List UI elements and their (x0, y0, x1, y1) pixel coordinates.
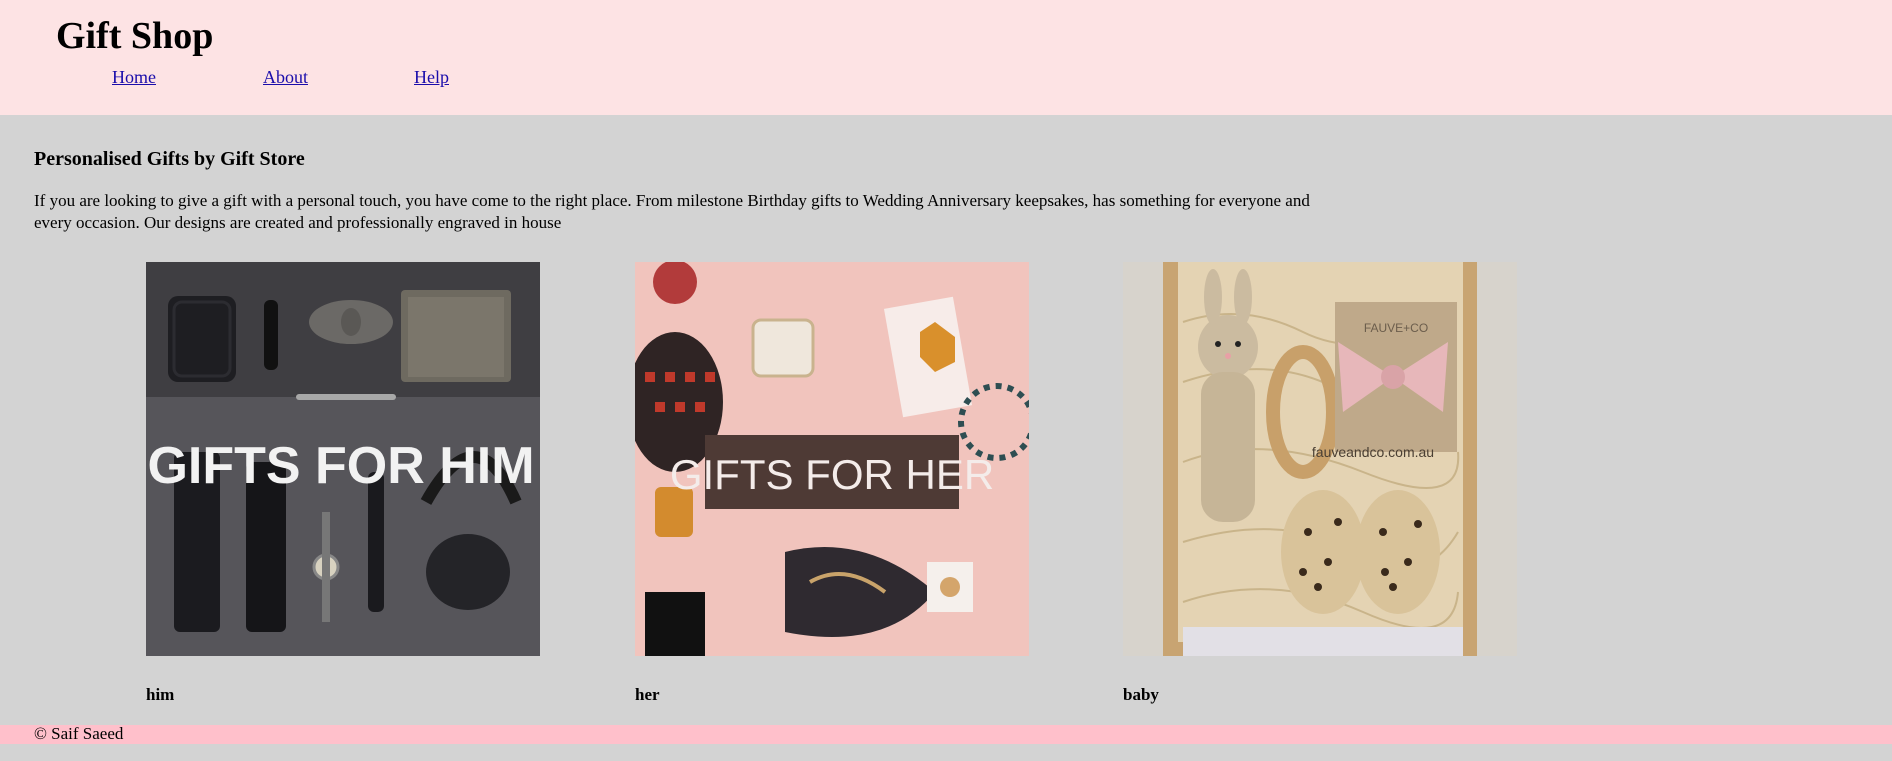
footer-copyright: © Saif Saeed (34, 724, 124, 743)
gifts-for-him-image[interactable]: GIFTS FOR HIM (146, 262, 540, 656)
nav-link-about[interactable]: About (263, 66, 308, 88)
card-label-him: him (146, 685, 175, 704)
baby-gift-box-image[interactable]: FAUVE+CO fauveandco.com.au (1123, 262, 1517, 656)
card-label-baby: baby (1123, 685, 1159, 704)
svg-text:GIFTS FOR HIM: GIFTS FOR HIM (147, 437, 534, 495)
site-header: Gift Shop Home About Help (0, 0, 1892, 115)
gifts-for-her-banner: GIFTS FOR HER (670, 451, 994, 498)
nav-link-home[interactable]: Home (112, 66, 156, 88)
site-footer (0, 725, 1892, 744)
gifts-for-him-banner: GIFTS FOR HIM (147, 437, 534, 495)
brand-tag-text: FAUVE+CO (1364, 321, 1428, 335)
site-title: Gift Shop (56, 15, 214, 57)
intro-paragraph: If you are looking to give a gift with a… (34, 191, 1310, 232)
brand-url-text: fauveandco.com.au (1312, 444, 1434, 460)
gifts-for-her-image[interactable]: GIFTS FOR HER (635, 262, 1029, 656)
nav-link-help[interactable]: Help (414, 66, 449, 88)
section-title: Personalised Gifts by Gift Store (34, 148, 305, 170)
card-label-her: her (635, 685, 660, 704)
